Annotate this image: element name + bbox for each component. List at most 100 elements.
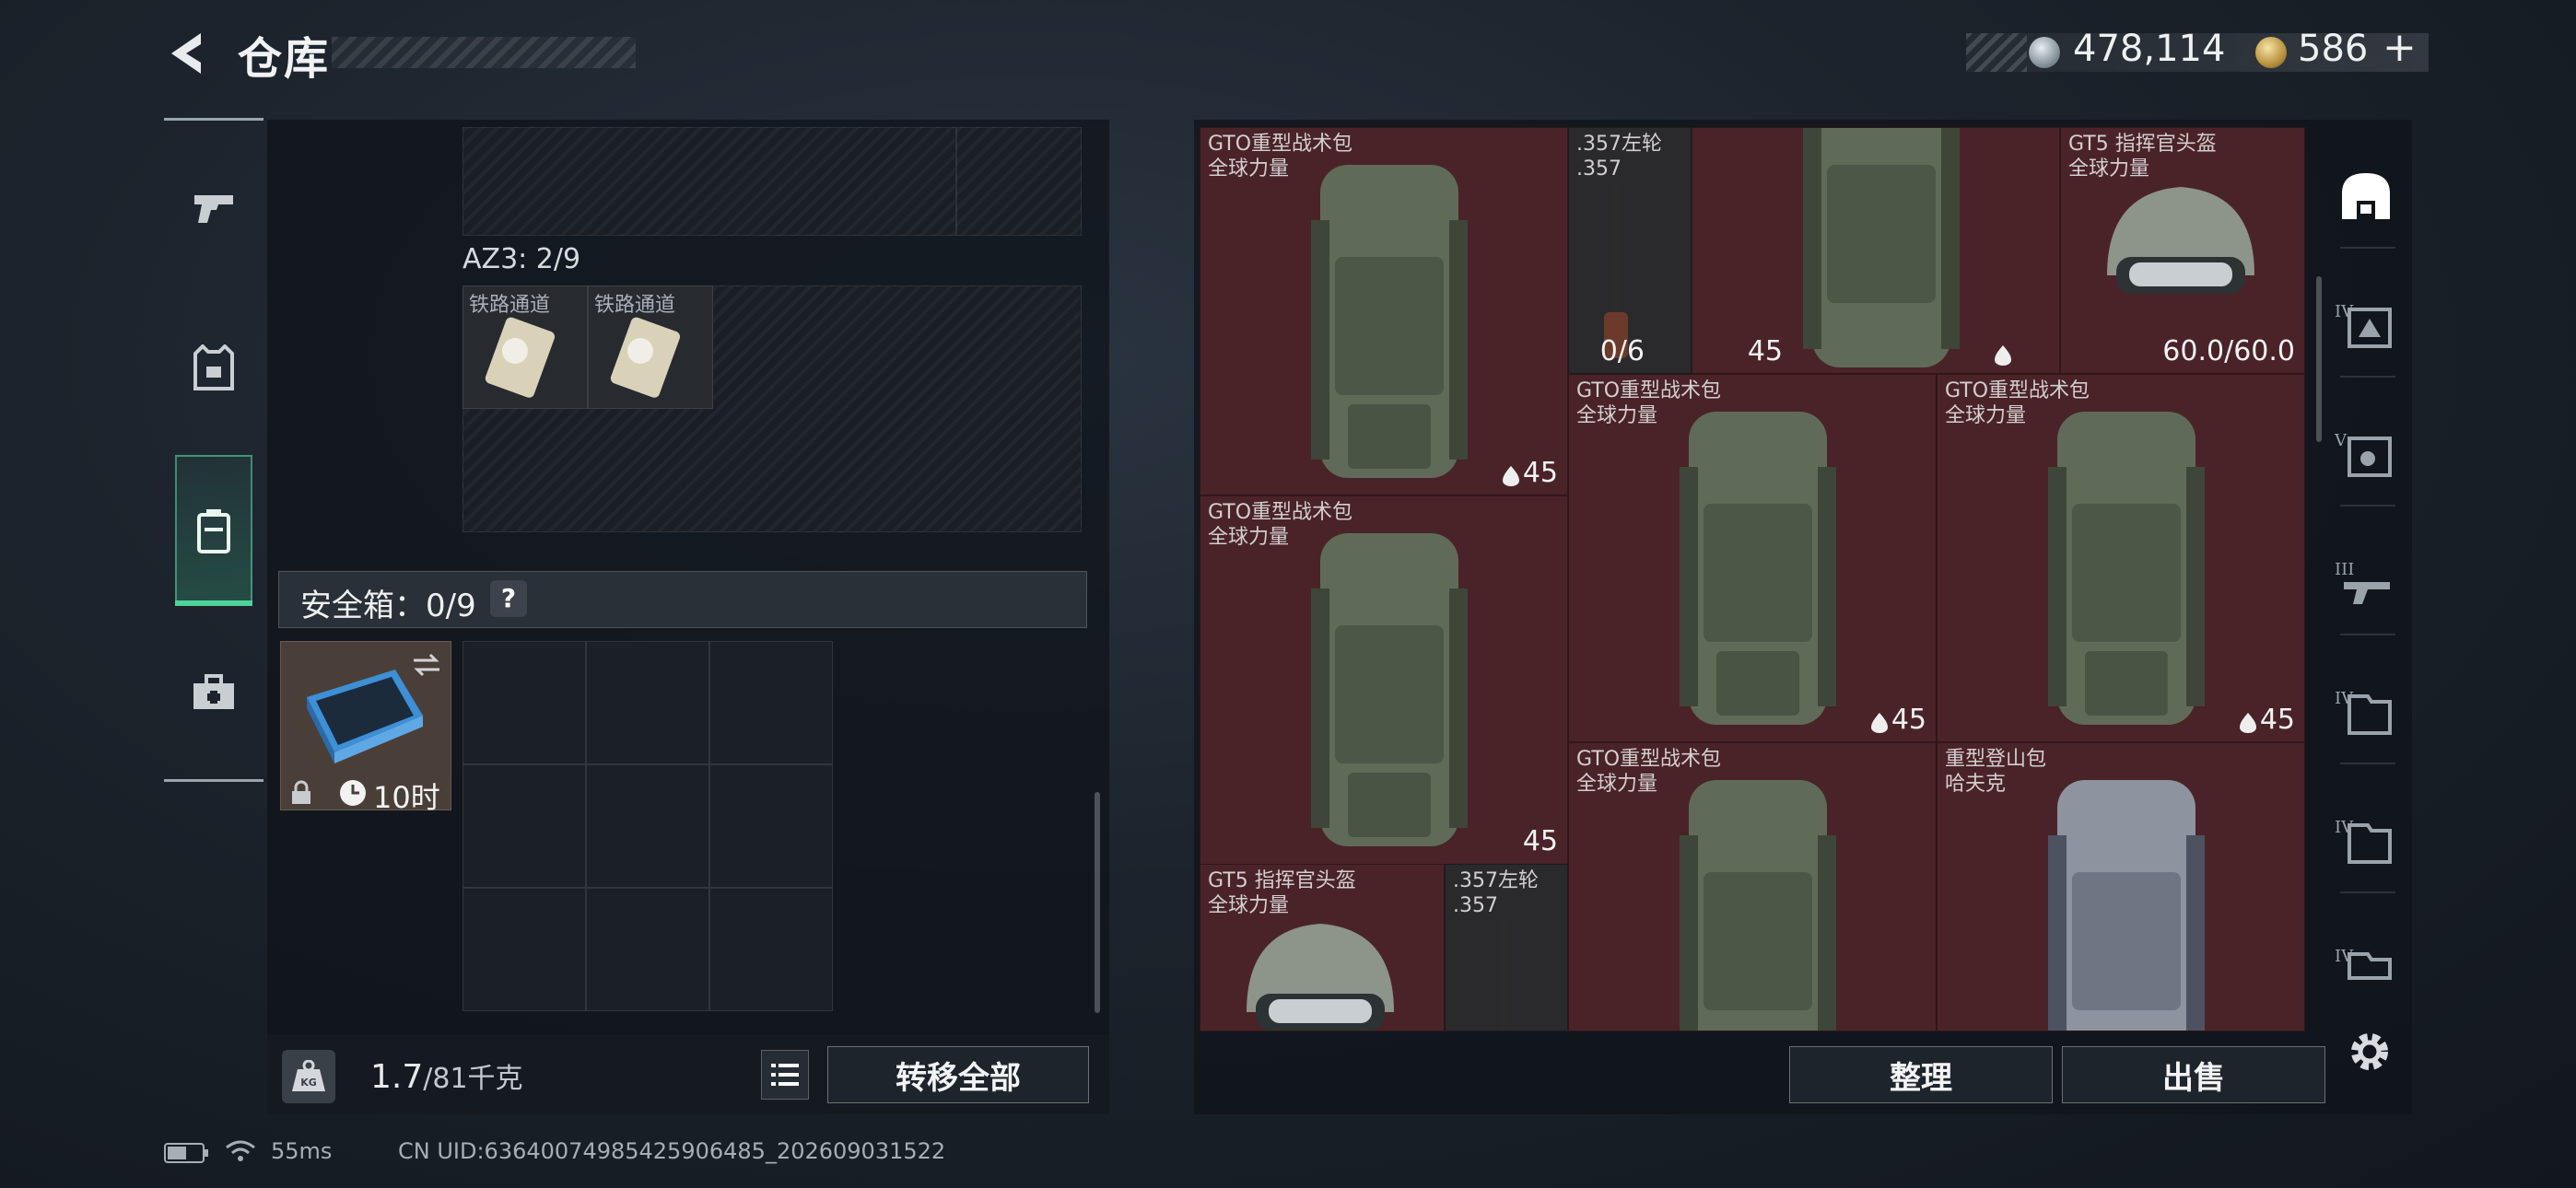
- page-title: 仓库: [238, 33, 331, 85]
- tab-gear-tier[interactable]: V: [2324, 414, 2408, 492]
- backpack-image: [1680, 412, 1836, 725]
- nav-weapon[interactable]: [175, 169, 252, 247]
- key-card-icon: [485, 317, 556, 398]
- safe-slot[interactable]: [463, 641, 586, 764]
- helmet-image: [1247, 924, 1394, 1031]
- safe-box-label: 安全箱：0/9: [300, 588, 476, 624]
- item-name: .357左轮 .357: [1453, 869, 1539, 917]
- all-items-icon: [2342, 173, 2390, 219]
- safe-slot[interactable]: [709, 641, 833, 764]
- safe-slot[interactable]: [709, 764, 833, 888]
- tab-divider: [2340, 634, 2395, 635]
- safe-slot[interactable]: [586, 888, 709, 1011]
- item-value: 0/6: [1599, 335, 1645, 367]
- case-tier-icon: IV: [2335, 947, 2392, 980]
- container-grid-top: [463, 127, 956, 236]
- item-value: 45: [1747, 335, 1783, 367]
- list-icon: [771, 1064, 799, 1086]
- tab-divider: [2340, 247, 2395, 249]
- tab-divider: [2340, 505, 2395, 507]
- loadout-scrollbar[interactable]: [1095, 792, 1100, 1013]
- stash-item[interactable]: .357左轮 .357: [1445, 864, 1568, 1031]
- item-name: .357左轮 .357: [1576, 133, 1662, 181]
- az3-item-slot[interactable]: 铁路通道: [463, 285, 588, 409]
- az3-capacity-label: AZ3: 2/9: [463, 243, 581, 275]
- transfer-all-button[interactable]: 转移全部: [827, 1046, 1089, 1103]
- weight-icon: KG: [282, 1050, 335, 1103]
- weight-capacity: /81千克: [423, 1063, 523, 1095]
- item-value: 60.0/60.0: [2162, 335, 2295, 367]
- list-view-button[interactable]: [761, 1050, 809, 1100]
- backpack-image: [2048, 412, 2205, 725]
- settings-gear-icon[interactable]: [2346, 1028, 2394, 1076]
- silver-currency-value: 478,114: [2073, 28, 2226, 70]
- help-icon[interactable]: ?: [490, 580, 527, 617]
- weight-drop-icon: [1503, 466, 1519, 486]
- weapon-tier-icon: III: [2335, 560, 2390, 604]
- key-card-icon: [610, 317, 681, 398]
- weight-drop-icon: [1995, 345, 2011, 366]
- gold-coin-icon: [2255, 37, 2287, 68]
- safe-slot[interactable]: [463, 764, 586, 888]
- stash-scrollbar[interactable]: [2316, 276, 2322, 442]
- svg-text:III: III: [2335, 560, 2354, 579]
- weight-value: 1.7: [370, 1058, 424, 1096]
- stash-grid: GTO重型战术包 全球力量 45 .357左轮 .357 0/6 45 GT5 指挥…: [1200, 127, 2305, 1031]
- tab-divider: [2340, 376, 2395, 378]
- case-tier-icon: IV: [2335, 689, 2392, 735]
- tab-all-items[interactable]: [2324, 157, 2408, 234]
- stash-item[interactable]: 45: [1692, 127, 2060, 374]
- swap-icon[interactable]: [410, 651, 443, 679]
- weight-readout: 1.7/81千克: [370, 1055, 523, 1096]
- safe-box-item[interactable]: 10时: [280, 641, 451, 815]
- tab-armor-tier[interactable]: IV: [2324, 285, 2408, 363]
- safe-slot[interactable]: [709, 888, 833, 1011]
- item-value: 45: [1522, 825, 1558, 857]
- wifi-icon: [226, 1140, 255, 1161]
- safe-slot[interactable]: [586, 641, 709, 764]
- nav-backpack[interactable]: [175, 492, 252, 569]
- armor-tier-icon: IV: [2335, 302, 2392, 348]
- backpack-image: [1311, 165, 1468, 478]
- safe-slot[interactable]: [463, 888, 586, 1011]
- stash-item[interactable]: GTO重型战术包 全球力量 45: [1937, 374, 2305, 742]
- organize-button[interactable]: 整理: [1789, 1046, 2053, 1103]
- tab-case-tier[interactable]: IV: [2324, 930, 2408, 1007]
- nav-divider-bottom: [164, 779, 263, 782]
- stash-item[interactable]: 重型登山包 哈夫克: [1937, 742, 2305, 1031]
- backpack-image: [1680, 780, 1836, 1031]
- svg-text:V: V: [2335, 431, 2348, 450]
- container-grid-top-slot: [956, 127, 1082, 236]
- stash-item[interactable]: GTO重型战术包 全球力量 45: [1568, 374, 1937, 742]
- uid-readout: CN UID:6364007498542590​6485_20260903152…: [398, 1138, 946, 1164]
- nav-medical[interactable]: [175, 654, 252, 731]
- battery-icon: [164, 1143, 208, 1163]
- item-value: 45: [1522, 457, 1558, 489]
- safe-box-timer: 10时: [373, 780, 440, 815]
- tab-weapon-tier[interactable]: III: [2324, 543, 2408, 621]
- item-name: 重型登山包 哈夫克: [1945, 748, 2047, 796]
- tab-divider: [2340, 891, 2395, 893]
- medkit-icon: [193, 674, 234, 709]
- back-arrow-icon[interactable]: [164, 29, 210, 77]
- tab-case-tier[interactable]: IV: [2324, 672, 2408, 750]
- backpack-image: [1311, 533, 1468, 846]
- stash-item[interactable]: GT5 指挥官头盔 全球力量 60.0/60.0: [2060, 127, 2305, 374]
- stash-item[interactable]: .357左轮 .357 0/6: [1568, 127, 1692, 374]
- helmet-image: [2107, 187, 2254, 294]
- vest-icon: [193, 344, 234, 390]
- sell-button[interactable]: 出售: [2062, 1046, 2325, 1103]
- safe-slot[interactable]: [586, 764, 709, 888]
- nav-armor[interactable]: [175, 330, 252, 407]
- title-stripe: [332, 37, 636, 68]
- tab-case-tier[interactable]: IV: [2324, 801, 2408, 879]
- az3-item-slot[interactable]: 铁路通道: [588, 285, 713, 409]
- silver-coin-icon: [2029, 37, 2060, 68]
- stash-item[interactable]: GTO重型战术包 全球力量 45: [1200, 127, 1568, 495]
- stash-item[interactable]: GT5 指挥官头盔 全球力量: [1200, 864, 1445, 1031]
- add-currency-button[interactable]: +: [2383, 24, 2417, 71]
- item-value: 45: [2259, 704, 2295, 736]
- weight-drop-icon: [1871, 713, 1888, 733]
- pistol-icon: [194, 195, 233, 223]
- stash-item[interactable]: GTO重型战术包 全球力量: [1568, 742, 1937, 1031]
